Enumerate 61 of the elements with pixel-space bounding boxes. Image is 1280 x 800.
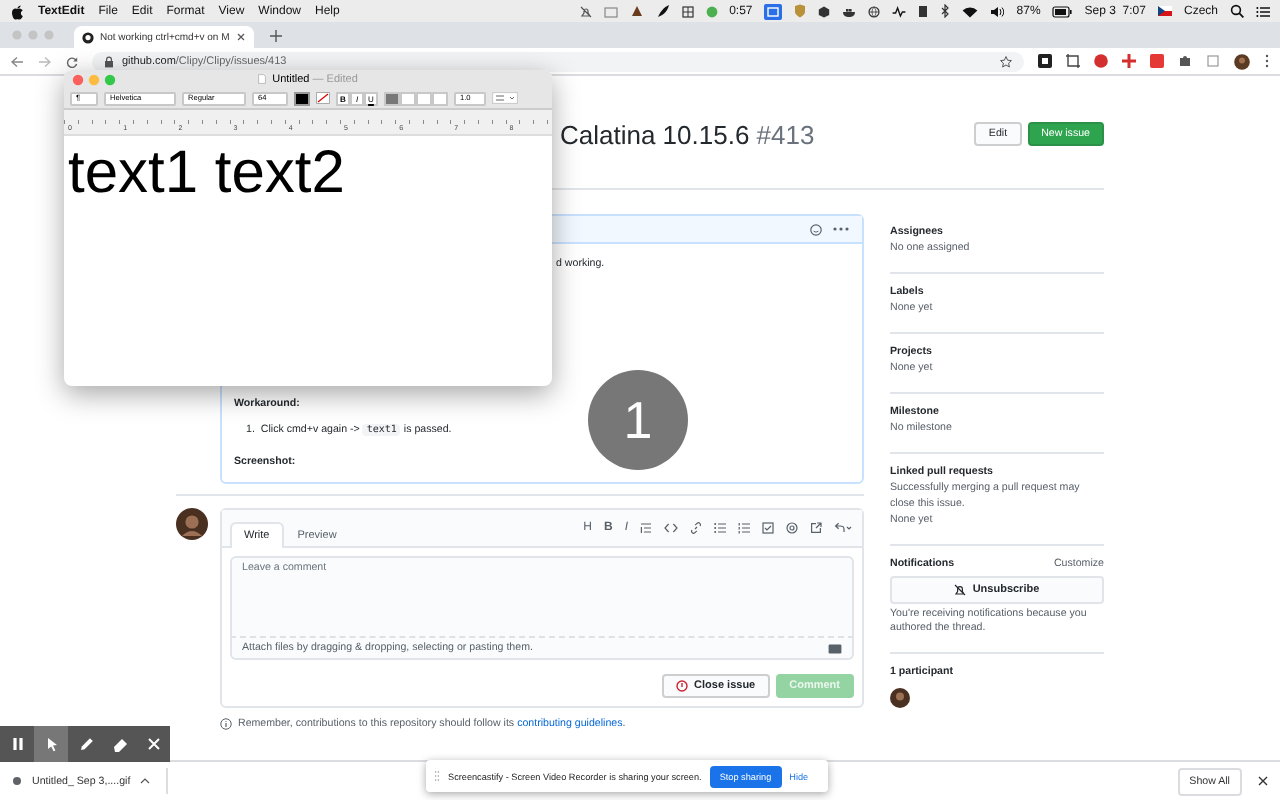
- smiley-icon[interactable]: [810, 223, 822, 235]
- highlight-color-icon[interactable]: [316, 92, 330, 104]
- markdown-icon: [828, 643, 842, 653]
- close-icon[interactable]: [236, 32, 246, 42]
- cube-icon[interactable]: [818, 5, 831, 17]
- more-icon[interactable]: [832, 226, 850, 232]
- search-icon[interactable]: [1230, 4, 1244, 18]
- wifi-icon[interactable]: [962, 5, 979, 17]
- link-icon[interactable]: [690, 522, 702, 534]
- grid-icon[interactable]: [681, 5, 694, 17]
- align-button[interactable]: [384, 91, 400, 105]
- hat-icon[interactable]: [629, 4, 644, 18]
- bell-slash-icon: [954, 584, 967, 596]
- quote-icon[interactable]: [640, 522, 652, 534]
- file-icon: [12, 774, 22, 788]
- numbered-list-icon[interactable]: [738, 522, 750, 534]
- document-text: text1 text2: [68, 140, 345, 206]
- bullet-list-icon[interactable]: [714, 522, 726, 534]
- globe-icon[interactable]: [868, 5, 881, 17]
- participant-avatar[interactable]: [890, 688, 910, 708]
- lock-icon: [104, 55, 114, 67]
- pulse-icon[interactable]: [892, 5, 907, 17]
- task-list-icon[interactable]: [762, 522, 774, 534]
- reload-icon[interactable]: [66, 55, 78, 67]
- pause-icon: [9, 736, 25, 752]
- close-icon: [145, 736, 161, 752]
- feather-icon[interactable]: [655, 4, 670, 18]
- info-icon: [220, 718, 232, 730]
- more-icon[interactable]: [1264, 54, 1270, 68]
- cross-icon[interactable]: [1122, 54, 1136, 68]
- square-icon[interactable]: [1038, 54, 1052, 68]
- crop-icon[interactable]: [1066, 54, 1080, 68]
- star-icon[interactable]: [1000, 55, 1012, 67]
- caret-icon[interactable]: [140, 778, 151, 784]
- avatar: [176, 508, 208, 540]
- bluetooth-icon[interactable]: [940, 4, 951, 18]
- pen-icon: [77, 736, 93, 752]
- issue-title: Calatina 10.15.6 #413: [560, 119, 817, 149]
- close-icon[interactable]: [1258, 776, 1268, 786]
- back-icon[interactable]: [10, 55, 24, 67]
- screen-icon[interactable]: [764, 3, 783, 19]
- apple-icon[interactable]: [10, 3, 24, 19]
- avatar-icon[interactable]: [1234, 53, 1250, 69]
- flag-icon[interactable]: [1157, 6, 1172, 16]
- new-tab-icon[interactable]: [270, 29, 282, 41]
- pointer-icon: [43, 736, 59, 752]
- github-icon: [82, 31, 94, 43]
- reply-icon[interactable]: [834, 522, 852, 534]
- stop-sign-icon[interactable]: [1094, 54, 1108, 68]
- document-icon: [258, 74, 267, 84]
- text-color-swatch[interactable]: [294, 91, 310, 105]
- mention-icon[interactable]: [786, 522, 798, 534]
- click-counter: 1: [623, 389, 653, 451]
- close-issue-icon: [676, 680, 689, 692]
- battery-icon[interactable]: [1052, 5, 1073, 17]
- list-icon[interactable]: [1256, 5, 1270, 17]
- reference-icon[interactable]: [810, 522, 822, 534]
- code-icon[interactable]: [664, 522, 678, 534]
- eraser-icon: [111, 736, 127, 752]
- pointer-tool-button[interactable]: [34, 726, 68, 762]
- volume-icon[interactable]: [990, 5, 1005, 17]
